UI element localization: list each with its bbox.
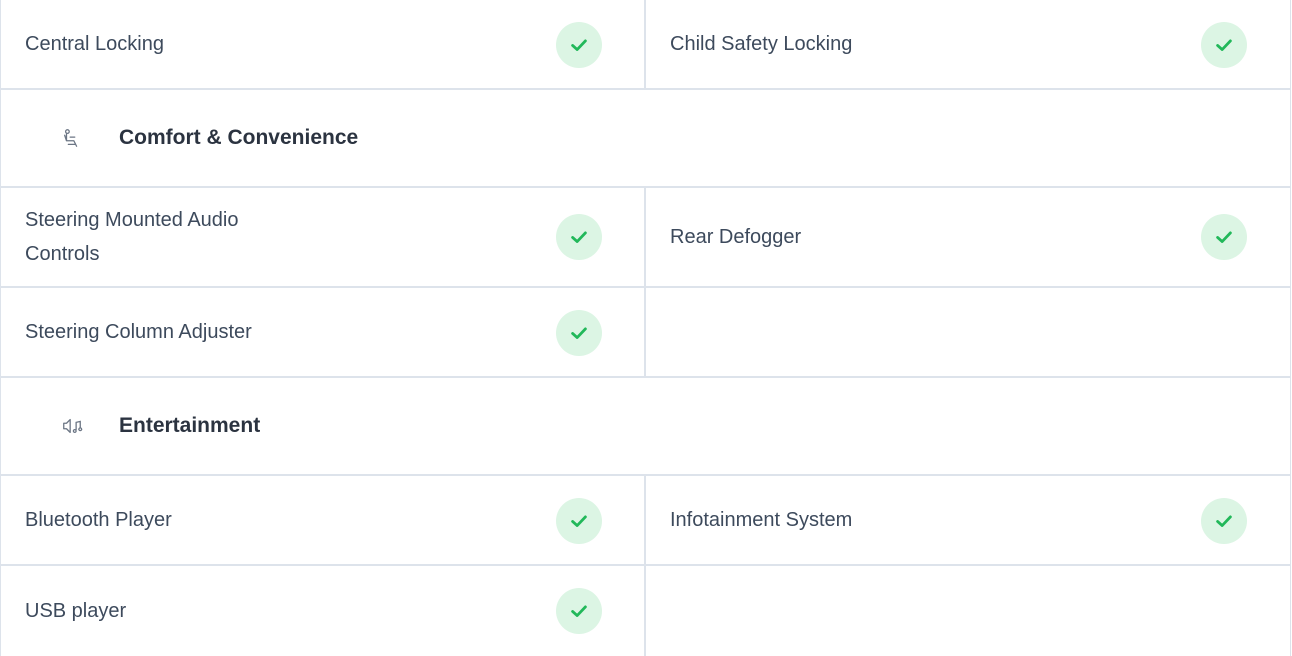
check-icon bbox=[556, 22, 602, 68]
section-title: Entertainment bbox=[119, 414, 261, 437]
seat-icon bbox=[61, 126, 83, 150]
check-icon bbox=[556, 498, 602, 544]
check-icon bbox=[1201, 214, 1247, 260]
speaker-music-icon bbox=[61, 414, 83, 438]
feature-cell: Central Locking bbox=[1, 0, 646, 88]
feature-label: Steering Mounted Audio Controls bbox=[25, 209, 239, 265]
feature-label: Bluetooth Player bbox=[25, 509, 172, 531]
check-icon bbox=[556, 214, 602, 260]
check-icon bbox=[1201, 22, 1247, 68]
feature-cell: USB player bbox=[1, 566, 646, 656]
feature-label: USB player bbox=[25, 600, 127, 622]
feature-row: Bluetooth Player Infotainment System bbox=[1, 476, 1290, 566]
feature-label: Child Safety Locking bbox=[670, 33, 853, 55]
feature-cell-empty bbox=[646, 288, 1290, 376]
feature-cell: Bluetooth Player bbox=[1, 476, 646, 564]
feature-cell: Steering Mounted Audio Controls bbox=[1, 188, 646, 286]
section-header-entertainment: Entertainment bbox=[1, 378, 1290, 476]
feature-cell: Rear Defogger bbox=[646, 188, 1290, 286]
check-icon bbox=[1201, 498, 1247, 544]
feature-row: Steering Mounted Audio Controls Rear Def… bbox=[1, 188, 1290, 288]
feature-cell: Steering Column Adjuster bbox=[1, 288, 646, 376]
feature-row: Central Locking Child Safety Locking bbox=[1, 0, 1290, 90]
feature-cell-empty bbox=[646, 566, 1290, 656]
check-icon bbox=[556, 588, 602, 634]
features-table: Central Locking Child Safety Locking Com… bbox=[0, 0, 1291, 656]
check-icon bbox=[556, 310, 602, 356]
section-header-comfort: Comfort & Convenience bbox=[1, 90, 1290, 188]
feature-row: USB player bbox=[1, 566, 1290, 656]
feature-label: Rear Defogger bbox=[670, 226, 802, 248]
feature-label: Steering Column Adjuster bbox=[25, 321, 252, 343]
feature-cell: Infotainment System bbox=[646, 476, 1290, 564]
feature-row: Steering Column Adjuster bbox=[1, 288, 1290, 378]
section-title: Comfort & Convenience bbox=[119, 126, 359, 149]
feature-cell: Child Safety Locking bbox=[646, 0, 1290, 88]
feature-label: Infotainment System bbox=[670, 509, 853, 531]
feature-label: Central Locking bbox=[25, 33, 164, 55]
